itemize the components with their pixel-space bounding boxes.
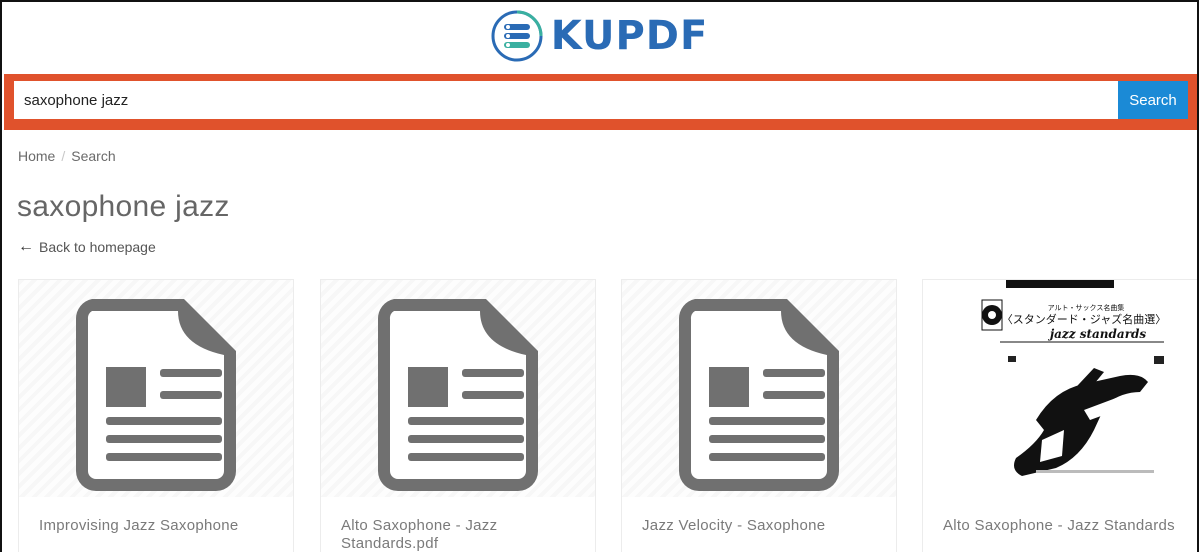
search-input[interactable]	[14, 81, 1118, 119]
cover-text-line2: 〈スタンダード・ジャズ名曲選〉	[1002, 312, 1166, 326]
result-title[interactable]: Improvising Jazz Saxophone	[19, 497, 293, 535]
result-thumbnail[interactable]: アルト・サックス名曲集 〈スタンダード・ジャズ名曲選〉 jazz standar…	[923, 280, 1197, 497]
cover-text-line1: アルト・サックス名曲集	[1048, 303, 1125, 312]
result-title[interactable]: Jazz Velocity - Saxophone	[622, 497, 896, 535]
breadcrumb: Home / Search	[18, 148, 116, 164]
search-form: Search	[14, 81, 1197, 119]
logo-text: KUPDF	[550, 13, 709, 59]
arrow-left-icon: ←	[18, 238, 34, 255]
site-logo[interactable]: KUPDF	[491, 10, 709, 62]
document-icon	[377, 298, 538, 491]
back-link-label: Back to homepage	[39, 239, 156, 255]
result-card[interactable]: Jazz Velocity - Saxophone	[621, 279, 897, 552]
result-thumbnail[interactable]	[19, 280, 293, 497]
document-icon	[678, 298, 839, 491]
result-thumbnail[interactable]	[321, 280, 595, 497]
book-cover-image: アルト・サックス名曲集 〈スタンダード・ジャズ名曲選〉 jazz standar…	[944, 280, 1176, 495]
document-icon	[75, 298, 236, 491]
browser-page: KUPDF Search Home/Search saxophone jazz …	[0, 0, 1199, 552]
page-title: saxophone jazz	[17, 190, 230, 223]
breadcrumb-separator: /	[61, 148, 66, 164]
kupdf-logo-icon	[491, 10, 543, 62]
result-card[interactable]: Improvising Jazz Saxophone	[18, 279, 294, 552]
back-to-homepage-link[interactable]: ← Back to homepage	[18, 238, 156, 256]
cover-text-line3: jazz standards	[1048, 327, 1147, 341]
breadcrumb-current: Search	[71, 148, 116, 164]
result-title[interactable]: Alto Saxophone - Jazz Standards	[923, 497, 1197, 535]
site-header: KUPDF	[2, 2, 1197, 74]
breadcrumb-home[interactable]: Home	[18, 148, 55, 164]
result-title[interactable]: Alto Saxophone - Jazz Standards.pdf	[321, 497, 595, 552]
search-button[interactable]: Search	[1118, 81, 1188, 119]
result-card[interactable]: アルト・サックス名曲集 〈スタンダード・ジャズ名曲選〉 jazz standar…	[922, 279, 1197, 552]
search-bar: Search	[4, 74, 1197, 130]
result-card[interactable]: Alto Saxophone - Jazz Standards.pdf	[320, 279, 596, 552]
result-thumbnail[interactable]	[622, 280, 896, 497]
